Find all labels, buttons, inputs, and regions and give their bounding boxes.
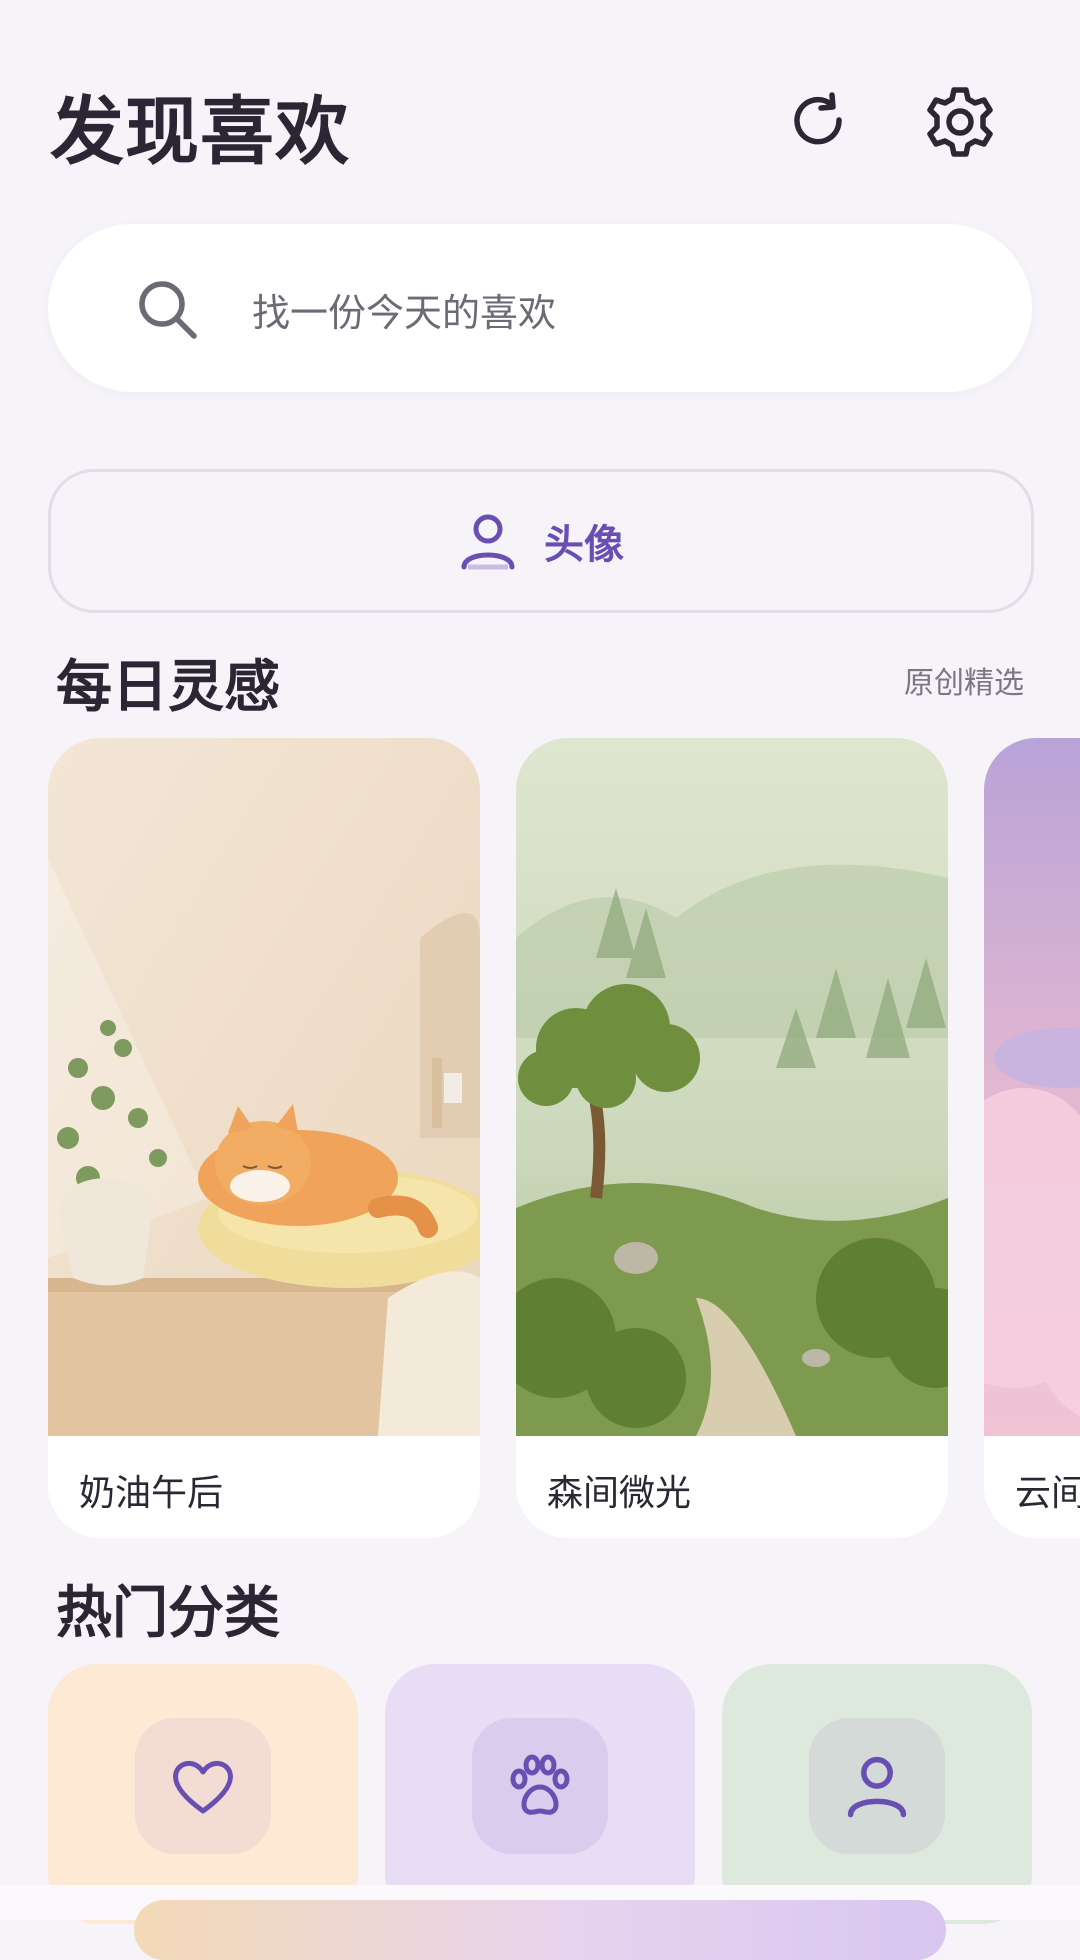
avatar-button[interactable]: 头像 — [48, 469, 1034, 613]
search-input[interactable]: 找一份今天的喜欢 — [252, 282, 556, 337]
settings-button[interactable] — [918, 80, 1002, 164]
person-icon — [847, 1756, 907, 1818]
search-icon — [139, 281, 197, 339]
refresh-icon — [794, 92, 842, 145]
refresh-button[interactable] — [777, 80, 861, 164]
card-caption: 云间 — [1015, 1473, 1080, 1514]
paw-icon — [510, 1754, 570, 1815]
card-cream-afternoon[interactable]: 奶油午后 — [48, 738, 480, 1538]
heart-icon — [173, 1761, 233, 1814]
card-caption: 奶油午后 — [79, 1473, 224, 1514]
category-icon-box — [135, 1718, 271, 1854]
search-bar[interactable]: 找一份今天的喜欢 — [48, 224, 1032, 392]
card-image — [984, 738, 1080, 1436]
page-title: 发现喜欢 — [50, 89, 350, 175]
hot-categories-title: 热门分类 — [56, 1581, 280, 1646]
category-icon-box — [809, 1718, 945, 1854]
daily-inspiration-title: 每日灵感 — [56, 655, 280, 720]
category-grid — [0, 1664, 1080, 1924]
card-caption: 森间微光 — [547, 1473, 692, 1514]
gear-icon — [927, 87, 993, 157]
original-picks-link[interactable]: 原创精选 — [904, 658, 1024, 702]
card-image — [48, 738, 480, 1436]
header: 发现喜欢 — [0, 0, 1080, 200]
bottom-action-bar[interactable] — [134, 1900, 946, 1960]
person-icon — [461, 514, 515, 570]
card-image — [516, 738, 948, 1436]
card-forest-glimmer[interactable]: 森间微光 — [516, 738, 948, 1538]
card-cloud[interactable]: 云间 — [984, 738, 1080, 1538]
category-icon-box — [472, 1718, 608, 1854]
avatar-button-label: 头像 — [544, 522, 624, 568]
inspiration-carousel[interactable]: 奶油午后 森间微光 云间 — [0, 738, 1080, 1538]
